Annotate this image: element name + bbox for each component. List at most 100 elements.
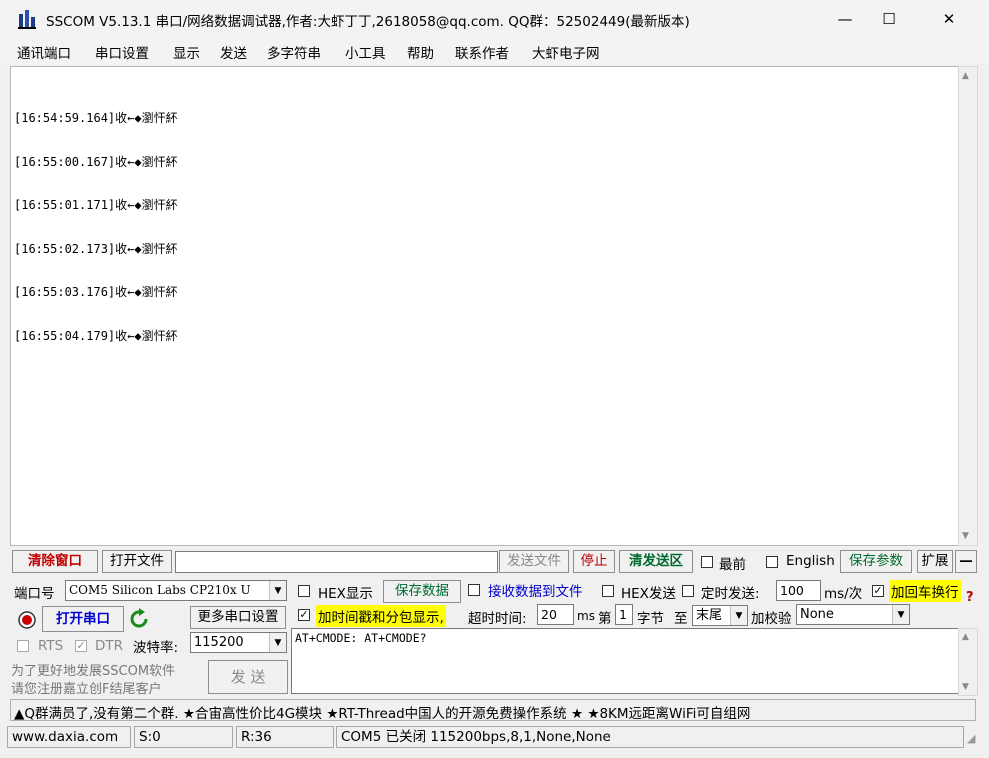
byte-from-label: 第 bbox=[598, 611, 612, 627]
log-line: [16:54:59.164]收←◆瀏忓紑 bbox=[14, 111, 178, 125]
scroll-down-icon[interactable]: ▼ bbox=[962, 682, 969, 692]
timeout-label: 超时时间: bbox=[468, 611, 527, 627]
baud-label: 波特率: bbox=[133, 640, 179, 656]
clear-window-button[interactable]: 清除窗口 bbox=[12, 550, 98, 573]
checksum-value: None bbox=[800, 607, 834, 622]
log-lines: [16:54:59.164]收←◆瀏忓紑 [16:55:00.167]收←◆瀏忓… bbox=[14, 82, 178, 372]
hex-display-label: HEX显示 bbox=[318, 586, 373, 602]
ticker-text[interactable]: ▲Q群满员了,没有第二个群. ★合宙高性价比4G模块 ★RT-Thread中国人… bbox=[14, 702, 750, 722]
to-value: 末尾 bbox=[696, 608, 723, 623]
menu-help[interactable]: 帮助 bbox=[407, 42, 434, 62]
sent-count: S:0 bbox=[134, 726, 233, 748]
log-line: [16:55:00.167]收←◆瀏忓紑 bbox=[14, 154, 178, 169]
menu-bar: 通讯端口 串口设置 显示 发送 多字符串 小工具 帮助 联系作者 大虾电子网 bbox=[0, 38, 989, 64]
front-most-label: 最前 bbox=[719, 557, 746, 573]
menu-comm-port[interactable]: 通讯端口 bbox=[17, 42, 71, 62]
log-scrollbar[interactable]: ▲ ▼ bbox=[958, 66, 978, 546]
scroll-up-icon[interactable]: ▲ bbox=[962, 632, 969, 642]
timed-send-label: 定时发送: bbox=[701, 586, 760, 602]
save-params-button[interactable]: 保存参数 bbox=[840, 550, 912, 573]
more-settings-button[interactable]: 更多串口设置 bbox=[190, 606, 286, 629]
stop-button[interactable]: 停止 bbox=[573, 550, 615, 573]
scroll-up-icon[interactable]: ▲ bbox=[962, 71, 969, 81]
timestamp-checkbox[interactable]: ✓ bbox=[298, 609, 310, 621]
port-label: 端口号 bbox=[14, 586, 55, 602]
english-checkbox[interactable] bbox=[766, 556, 778, 568]
scroll-down-icon[interactable]: ▼ bbox=[962, 531, 969, 541]
log-line: [16:55:04.179]收←◆瀏忓紑 bbox=[14, 328, 178, 343]
timeout-unit-label: ms bbox=[577, 609, 595, 623]
menu-tools[interactable]: 小工具 bbox=[345, 42, 386, 62]
sscom-window: SSCOM V5.13.1 串口/网络数据调试器,作者:大虾丁丁,2618058… bbox=[0, 0, 989, 758]
maximize-button[interactable]: ☐ bbox=[860, 0, 918, 38]
log-line: [16:55:03.176]收←◆瀏忓紑 bbox=[14, 285, 178, 299]
chevron-down-icon[interactable]: ▼ bbox=[730, 606, 747, 625]
menu-contact-author[interactable]: 联系作者 bbox=[455, 42, 509, 62]
rts-label: RTS bbox=[38, 638, 64, 654]
timed-send-checkbox[interactable] bbox=[682, 585, 694, 597]
port-value: COM5 Silicon Labs CP210x U bbox=[69, 583, 251, 597]
checksum-label: 加校验 bbox=[751, 611, 792, 627]
receive-log[interactable]: [16:54:59.164]收←◆瀏忓紑 [16:55:00.167]收←◆瀏忓… bbox=[10, 66, 959, 546]
log-line: [16:55:01.171]收←◆瀏忓紑 bbox=[14, 198, 178, 212]
promo-line-1: 为了更好地发展SSCOM软件 bbox=[11, 664, 176, 679]
front-most-checkbox[interactable] bbox=[701, 556, 713, 568]
checksum-select[interactable]: None ▼ bbox=[796, 604, 910, 625]
period-input[interactable]: 100 bbox=[776, 580, 821, 601]
period-unit-label: ms/次 bbox=[824, 586, 863, 602]
dtr-checkbox[interactable]: ✓ bbox=[75, 640, 87, 652]
file-path-input[interactable] bbox=[175, 551, 498, 573]
chevron-down-icon[interactable]: ▼ bbox=[892, 605, 909, 624]
send-textarea[interactable]: AT+CMODE: AT+CMODE? bbox=[291, 628, 959, 694]
baud-select[interactable]: 115200 ▼ bbox=[190, 632, 287, 653]
menu-daxia-website[interactable]: 大虾电子网 bbox=[532, 42, 600, 62]
send-file-button[interactable]: 发送文件 bbox=[499, 550, 569, 573]
menu-send[interactable]: 发送 bbox=[220, 42, 247, 62]
port-status-text: COM5 已关闭 115200bps,8,1,None,None bbox=[336, 726, 964, 748]
english-label: English bbox=[786, 553, 835, 569]
status-bar: www.daxia.com S:0 R:36 COM5 已关闭 115200bp… bbox=[0, 724, 989, 750]
save-data-button[interactable]: 保存数据 bbox=[383, 580, 461, 603]
collapse-button[interactable]: — bbox=[955, 550, 977, 573]
open-port-button[interactable]: 打开串口 bbox=[42, 606, 124, 632]
ticker-bar: ▲Q群满员了,没有第二个群. ★合宙高性价比4G模块 ★RT-Thread中国人… bbox=[10, 699, 976, 722]
app-icon bbox=[18, 10, 36, 29]
close-button[interactable]: ✕ bbox=[920, 0, 978, 38]
refresh-icon[interactable] bbox=[128, 608, 150, 630]
send-scrollbar[interactable]: ▲ ▼ bbox=[958, 628, 978, 696]
expand-button[interactable]: 扩展 bbox=[917, 550, 953, 573]
hex-send-label: HEX发送 bbox=[621, 586, 676, 602]
to-select[interactable]: 末尾 ▼ bbox=[692, 605, 748, 626]
send-button[interactable]: 发 送 bbox=[208, 660, 288, 694]
window-title: SSCOM V5.13.1 串口/网络数据调试器,作者:大虾丁丁,2618058… bbox=[46, 14, 690, 30]
help-icon[interactable]: ? bbox=[966, 590, 974, 605]
byte-from-input[interactable]: 1 bbox=[615, 604, 633, 625]
menu-multi-string[interactable]: 多字符串 bbox=[267, 42, 321, 62]
title-bar: SSCOM V5.13.1 串口/网络数据调试器,作者:大虾丁丁,2618058… bbox=[0, 0, 989, 38]
timestamp-label: 加时间戳和分包显示, bbox=[316, 605, 446, 627]
promo-line-2: 请您注册嘉立创F结尾客户 bbox=[11, 682, 162, 697]
rts-checkbox[interactable] bbox=[17, 640, 29, 652]
port-select[interactable]: COM5 Silicon Labs CP210x U ▼ bbox=[65, 580, 287, 601]
timeout-input[interactable]: 20 bbox=[537, 604, 574, 625]
chevron-down-icon[interactable]: ▼ bbox=[269, 633, 286, 652]
log-line: [16:55:02.173]收←◆瀏忓紑 bbox=[14, 241, 178, 256]
add-crlf-checkbox[interactable]: ✓ bbox=[872, 585, 884, 597]
website-link[interactable]: www.daxia.com bbox=[7, 726, 131, 748]
hex-display-checkbox[interactable] bbox=[298, 585, 310, 597]
port-status-light-icon bbox=[18, 611, 36, 629]
add-crlf-label: 加回车换行 bbox=[889, 580, 961, 602]
hex-send-checkbox[interactable] bbox=[602, 585, 614, 597]
menu-port-settings[interactable]: 串口设置 bbox=[95, 42, 149, 62]
resize-grip-icon[interactable]: ◢ bbox=[967, 732, 975, 745]
received-count: R:36 bbox=[236, 726, 334, 748]
recv-to-file-checkbox[interactable] bbox=[468, 584, 480, 596]
menu-display[interactable]: 显示 bbox=[173, 42, 200, 62]
clear-send-button[interactable]: 清发送区 bbox=[619, 550, 693, 573]
byte-unit-label: 字节 bbox=[637, 611, 664, 627]
dtr-label: DTR bbox=[95, 638, 124, 654]
recv-to-file-label[interactable]: 接收数据到文件 bbox=[488, 580, 583, 600]
send-text: AT+CMODE: AT+CMODE? bbox=[295, 631, 427, 645]
chevron-down-icon[interactable]: ▼ bbox=[269, 581, 286, 600]
open-file-button[interactable]: 打开文件 bbox=[102, 550, 172, 573]
